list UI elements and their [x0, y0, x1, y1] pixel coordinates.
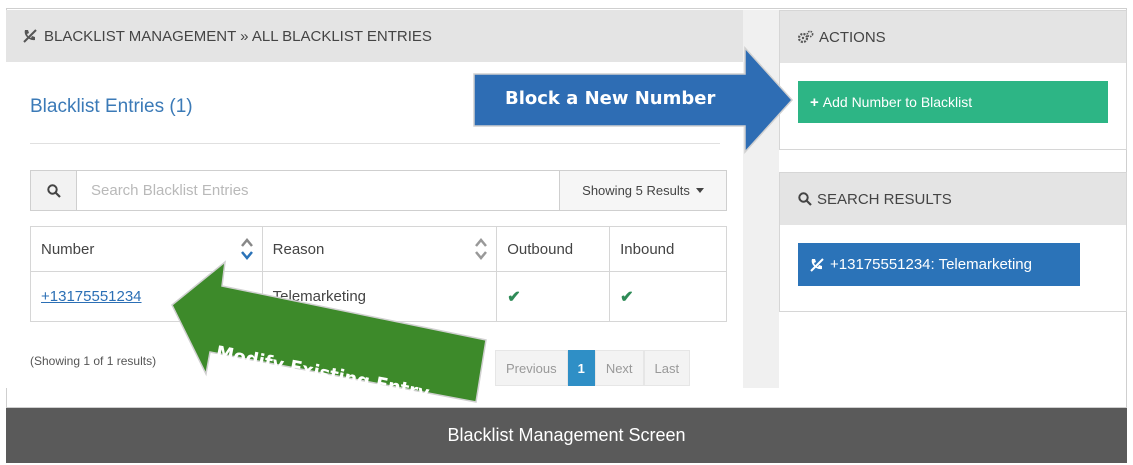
search-bar: Showing 5 Results — [30, 170, 727, 211]
search-icon — [798, 192, 812, 206]
column-header-reason[interactable]: Reason — [261, 226, 498, 272]
results-count-dropdown[interactable]: Showing 5 Results — [559, 171, 726, 210]
blacklist-phone-icon — [810, 257, 824, 272]
actions-header: ACTIONS — [780, 11, 1126, 63]
add-number-button[interactable]: + Add Number to Blacklist — [798, 81, 1108, 123]
pagination-next[interactable]: Next — [594, 350, 644, 386]
cogs-icon — [798, 30, 814, 44]
table-row: +13175551234 Telemarketing ✔ ✔ — [30, 271, 727, 322]
caret-down-icon — [695, 188, 704, 193]
cell-number: +13175551234 — [30, 271, 263, 322]
plus-icon: + — [810, 93, 819, 111]
search-results-header-label: SEARCH RESULTS — [817, 190, 952, 208]
column-header-outbound: Outbound — [496, 226, 611, 272]
block-new-number-label: Block a New Number — [505, 88, 716, 109]
column-label: Number — [41, 240, 95, 258]
search-icon — [46, 183, 61, 198]
blacklist-panel: BLACKLIST MANAGEMENT » ALL BLACKLIST ENT… — [6, 10, 743, 388]
cell-outbound: ✔ — [496, 271, 611, 322]
blacklist-phone-icon — [23, 29, 37, 43]
pagination: Previous 1 Next Last — [495, 350, 691, 386]
search-input[interactable] — [77, 171, 559, 210]
table-header-row: Number Reason Outbound Inbound — [30, 226, 727, 272]
cell-reason: Telemarketing — [261, 271, 498, 322]
cell-inbound: ✔ — [609, 271, 727, 322]
column-header-number[interactable]: Number — [30, 226, 263, 272]
search-button[interactable] — [31, 171, 77, 210]
search-results-header: SEARCH RESULTS — [780, 173, 1126, 225]
actions-header-label: ACTIONS — [819, 28, 886, 46]
add-number-label: Add Number to Blacklist — [822, 94, 973, 110]
column-label: Reason — [272, 240, 325, 258]
panel-header: BLACKLIST MANAGEMENT » ALL BLACKLIST ENT… — [6, 10, 743, 62]
breadcrumb: BLACKLIST MANAGEMENT » ALL BLACKLIST ENT… — [44, 27, 432, 45]
search-result-label: +13175551234: Telemarketing — [830, 256, 1032, 273]
pagination-page-1[interactable]: 1 — [567, 350, 595, 386]
check-icon: ✔ — [507, 288, 521, 306]
blacklist-table: Number Reason Outbound Inbound +13175551… — [30, 226, 727, 322]
divider — [30, 143, 720, 144]
results-summary: (Showing 1 of 1 results) — [30, 354, 157, 368]
panel-gutter — [743, 10, 779, 388]
page-title: Blacklist Entries (1) — [30, 96, 193, 117]
search-result-item[interactable]: +13175551234: Telemarketing — [798, 243, 1080, 286]
actions-card: ACTIONS + Add Number to Blacklist — [779, 10, 1127, 150]
sort-icon[interactable] — [474, 234, 488, 264]
column-header-inbound: Inbound — [609, 226, 727, 272]
image-caption: Blacklist Management Screen — [6, 408, 1127, 463]
check-icon: ✔ — [620, 288, 634, 306]
pagination-last[interactable]: Last — [643, 350, 691, 386]
search-results-card: SEARCH RESULTS +13175551234: Telemarketi… — [779, 172, 1127, 312]
sort-icon[interactable] — [240, 234, 254, 264]
results-count-label: Showing 5 Results — [582, 183, 690, 198]
number-link[interactable]: +13175551234 — [41, 288, 142, 305]
pagination-previous[interactable]: Previous — [495, 350, 568, 386]
